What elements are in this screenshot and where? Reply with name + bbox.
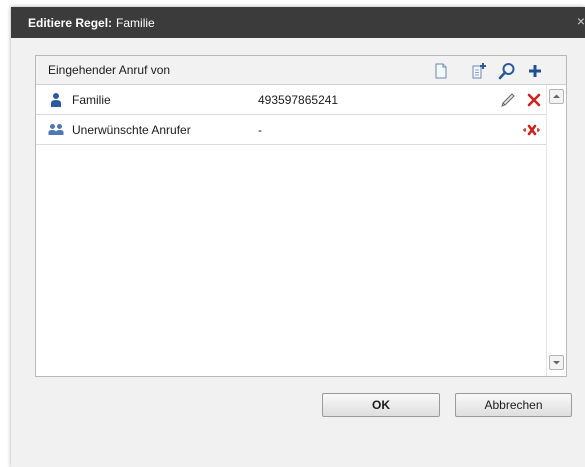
list-header-label: Eingehender Anruf von bbox=[48, 63, 171, 77]
list-item[interactable]: Unerwünschte Anrufer - bbox=[36, 115, 546, 145]
row-number: 493597865241 bbox=[258, 93, 339, 107]
group-icon bbox=[48, 124, 64, 135]
dialog-title-name: Familie bbox=[116, 15, 155, 30]
list-scrollbar[interactable] bbox=[546, 85, 566, 376]
ok-button[interactable]: OK bbox=[322, 393, 440, 417]
page: Editiere Regel: Familie × Eingehender An… bbox=[0, 0, 585, 467]
row-name: Familie bbox=[72, 93, 111, 107]
edit-rule-dialog: Editiere Regel: Familie × Eingehender An… bbox=[11, 7, 585, 467]
edit-pencil-icon[interactable] bbox=[500, 92, 516, 108]
plus-icon[interactable] bbox=[526, 62, 544, 80]
list-header: Eingehender Anruf von bbox=[36, 56, 566, 85]
person-icon bbox=[51, 93, 61, 107]
search-icon[interactable] bbox=[498, 62, 516, 80]
cancel-button[interactable]: Abbrechen bbox=[455, 393, 572, 417]
row-number: - bbox=[258, 123, 262, 137]
dialog-titlebar[interactable]: Editiere Regel: Familie × bbox=[11, 7, 585, 38]
row-name: Unerwünschte Anrufer bbox=[72, 123, 191, 137]
add-list-icon[interactable] bbox=[470, 62, 488, 80]
dialog-title-prefix: Editiere Regel: bbox=[28, 15, 113, 30]
list-item[interactable]: Familie 493597865241 bbox=[36, 85, 546, 115]
scroll-up-button[interactable] bbox=[549, 89, 564, 104]
caller-list-panel: Eingehender Anruf von Familie 4935978652… bbox=[35, 55, 567, 377]
chevron-down-icon bbox=[553, 361, 560, 365]
scroll-down-button[interactable] bbox=[549, 355, 564, 370]
new-document-icon[interactable] bbox=[432, 62, 450, 80]
close-icon[interactable]: × bbox=[571, 14, 585, 28]
delete-group-icon[interactable] bbox=[522, 122, 542, 138]
delete-x-icon[interactable] bbox=[526, 92, 542, 108]
chevron-up-icon bbox=[553, 94, 560, 98]
